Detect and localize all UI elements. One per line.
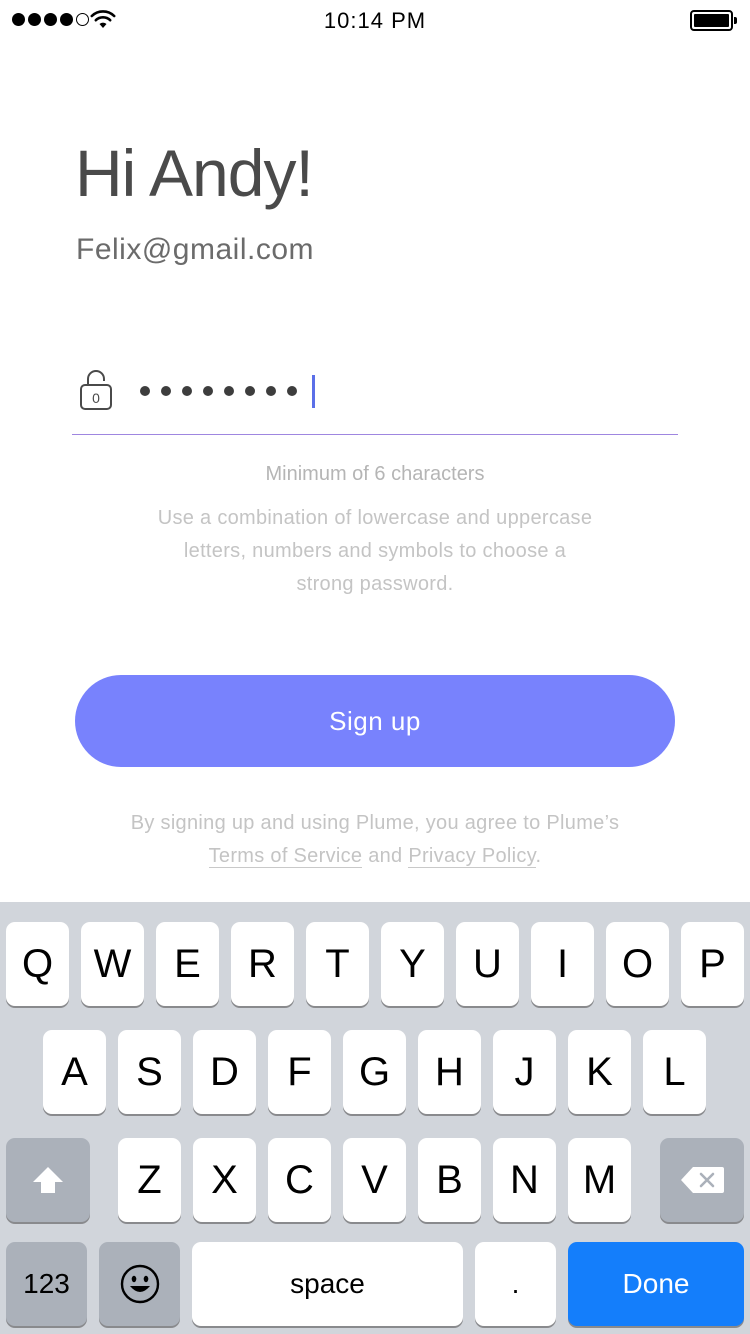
- key-s[interactable]: S: [118, 1030, 181, 1114]
- password-field[interactable]: 0: [72, 360, 678, 435]
- key-e[interactable]: E: [156, 922, 219, 1006]
- key-p[interactable]: P: [681, 922, 744, 1006]
- key-f[interactable]: F: [268, 1030, 331, 1114]
- key-t[interactable]: T: [306, 922, 369, 1006]
- policy-word: Policy: [481, 845, 536, 867]
- key-h[interactable]: H: [418, 1030, 481, 1114]
- key-g[interactable]: G: [343, 1030, 406, 1114]
- key-n[interactable]: N: [493, 1138, 556, 1222]
- user-email: Felix@gmail.com: [76, 233, 314, 266]
- key-i[interactable]: I: [531, 922, 594, 1006]
- status-bar: 10:14 PM: [0, 0, 750, 40]
- key-k[interactable]: K: [568, 1030, 631, 1114]
- hint-line: letters, numbers and symbols to choose a: [183, 540, 567, 562]
- key-x[interactable]: X: [193, 1138, 256, 1222]
- done-key[interactable]: Done: [568, 1242, 744, 1326]
- key-c[interactable]: C: [268, 1138, 331, 1222]
- numbers-key[interactable]: 123: [6, 1242, 87, 1326]
- battery-icon: [690, 10, 737, 31]
- password-dot: [182, 386, 192, 396]
- emoji-icon: [120, 1264, 159, 1304]
- privacy-word: Privacy: [408, 845, 476, 867]
- keyboard: Q W E R T Y U I O P A S D F G H J K L Z …: [0, 902, 750, 1334]
- password-dot: [140, 386, 150, 396]
- key-o[interactable]: O: [606, 922, 669, 1006]
- terms-of-service-link[interactable]: Terms of Service: [208, 845, 363, 868]
- shift-key[interactable]: [6, 1138, 90, 1222]
- status-time: 10:14 PM: [323, 8, 427, 33]
- svg-text:0: 0: [92, 390, 100, 406]
- key-u[interactable]: U: [456, 922, 519, 1006]
- key-y[interactable]: Y: [381, 922, 444, 1006]
- legal-period: .: [535, 845, 542, 867]
- legal-and: and: [362, 845, 409, 867]
- password-masked-value: [140, 380, 297, 402]
- password-dot: [203, 386, 213, 396]
- privacy-policy-link[interactable]: Privacy Policy: [408, 845, 536, 868]
- space-key[interactable]: space: [192, 1242, 463, 1326]
- greeting-title: Hi Andy!: [75, 136, 314, 210]
- period-key[interactable]: .: [475, 1242, 556, 1326]
- password-hint-title: Minimum of 6 characters: [265, 463, 485, 485]
- key-l[interactable]: L: [643, 1030, 706, 1114]
- key-d[interactable]: D: [193, 1030, 256, 1114]
- legal-notice: By signing up and using Plume, you agree…: [0, 807, 750, 873]
- text-cursor: [312, 375, 315, 408]
- key-w[interactable]: W: [81, 922, 144, 1006]
- password-dot: [161, 386, 171, 396]
- password-dot: [266, 386, 276, 396]
- password-dot: [245, 386, 255, 396]
- key-m[interactable]: M: [568, 1138, 631, 1222]
- key-q[interactable]: Q: [6, 922, 69, 1006]
- delete-key[interactable]: [660, 1138, 744, 1222]
- emoji-key[interactable]: [99, 1242, 180, 1326]
- hint-line: strong password.: [296, 573, 454, 595]
- password-dot: [224, 386, 234, 396]
- hint-line: Use a combination of lowercase and upper…: [157, 507, 593, 529]
- password-dot: [287, 386, 297, 396]
- key-j[interactable]: J: [493, 1030, 556, 1114]
- password-hint-body: Use a combination of lowercase and upper…: [120, 502, 630, 601]
- key-a[interactable]: A: [43, 1030, 106, 1114]
- sign-up-button[interactable]: Sign up: [75, 675, 675, 767]
- key-z[interactable]: Z: [118, 1138, 181, 1222]
- key-v[interactable]: V: [343, 1138, 406, 1222]
- shift-icon: [33, 1167, 63, 1193]
- key-b[interactable]: B: [418, 1138, 481, 1222]
- key-r[interactable]: R: [231, 922, 294, 1006]
- lock-icon: 0: [80, 370, 112, 410]
- legal-line: By signing up and using Plume, you agree…: [130, 812, 620, 834]
- delete-icon: [681, 1167, 724, 1193]
